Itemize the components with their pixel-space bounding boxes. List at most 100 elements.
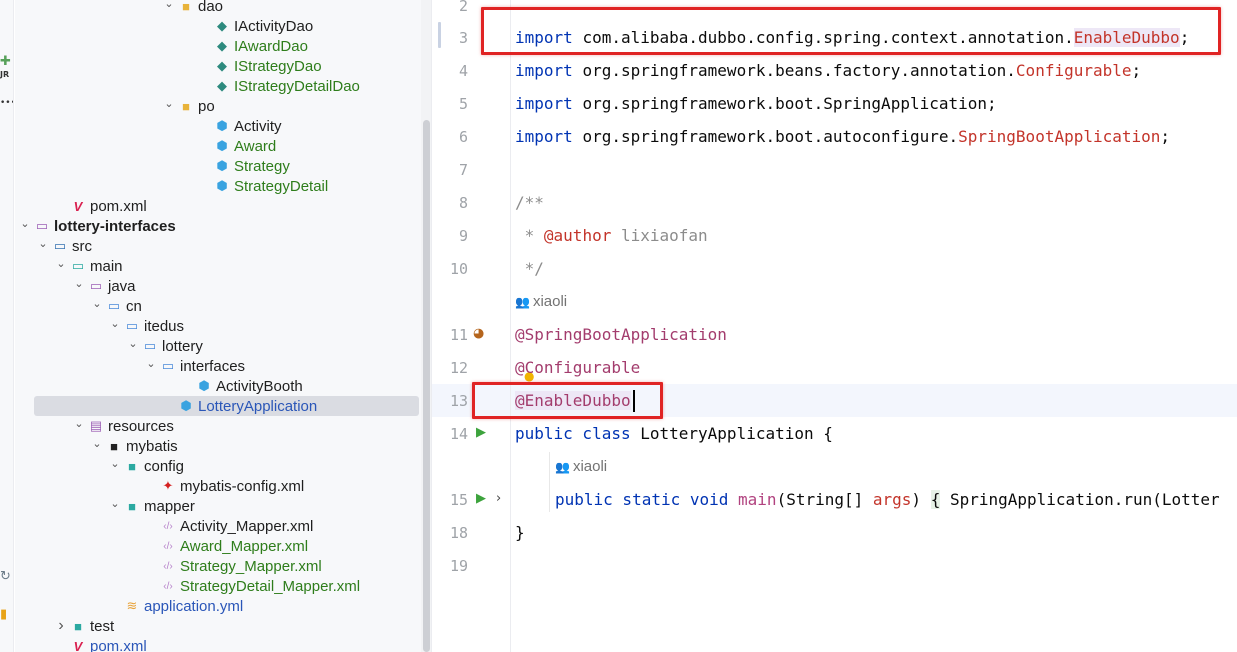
tree-item[interactable]: ⌄ ■ mybatis bbox=[15, 436, 421, 456]
class-name: LotteryApplication bbox=[640, 424, 814, 443]
tree-item[interactable]: ⌄ ■ config bbox=[15, 456, 421, 476]
code-line-import-configurable: import org.springframework.beans.factory… bbox=[515, 61, 1141, 81]
plugin-icon[interactable]: ✚ bbox=[0, 55, 13, 69]
folder-icon: ■ bbox=[182, 98, 190, 114]
tree-item-label: StrategyDetail bbox=[234, 177, 329, 195]
tree-item-label: lottery-interfaces bbox=[54, 217, 176, 235]
chevron-down-icon[interactable]: ⌄ bbox=[161, 0, 177, 10]
chevron-down-icon[interactable]: ⌄ bbox=[35, 237, 51, 250]
tree-item[interactable]: ⌄ ■ mapper bbox=[15, 496, 421, 516]
tree-item[interactable]: ⬢ Activity bbox=[15, 116, 421, 136]
tree-item[interactable]: Vpom.xml bbox=[15, 196, 421, 216]
tree-item[interactable]: ⬢ Strategy bbox=[15, 156, 421, 176]
project-tree: ⌄ ■ dao ◆ IActivityDao ◆ IAwardDao ◆ IStrategyDa… bbox=[15, 0, 421, 652]
tree-scrollbar-thumb[interactable] bbox=[423, 120, 430, 652]
line-number: 5 bbox=[458, 95, 468, 113]
keyword: import bbox=[515, 94, 573, 113]
annotation-springbootapplication: @SpringBootApplication bbox=[515, 325, 727, 344]
chevron-down-icon[interactable]: ⌄ bbox=[71, 277, 87, 290]
chevron-down-icon[interactable]: ⌄ bbox=[71, 417, 87, 430]
code-editor[interactable]: 2 3 4 5 6 7 8 9 10 11 12 13 14 15 18 19 … bbox=[432, 0, 1237, 652]
sync-icon[interactable]: ↻ bbox=[0, 570, 13, 584]
line-number: 19 bbox=[449, 557, 468, 575]
tree-item[interactable]: ⌄ ▭ cn bbox=[15, 296, 421, 316]
import-package: com.alibaba.dubbo.config.spring.context.… bbox=[582, 28, 1074, 47]
tree-item[interactable]: ⌄ ▭ lottery-interfaces bbox=[15, 216, 421, 236]
tree-item[interactable]: ⌄ ■ dao bbox=[15, 0, 421, 16]
spring-bean-icon[interactable]: ◕ bbox=[473, 324, 484, 344]
tree-item[interactable]: ‹/› Award_Mapper.xml bbox=[15, 536, 421, 556]
maven-icon: V bbox=[73, 638, 83, 652]
tree-item-label: pom.xml bbox=[90, 197, 147, 215]
tree-item[interactable]: ◆ IStrategyDao bbox=[15, 56, 421, 76]
method-body: SpringApplication.run(Lotter bbox=[940, 490, 1220, 509]
javadoc-close: */ bbox=[515, 259, 544, 278]
chevron-down-icon[interactable]: ⌄ bbox=[143, 357, 159, 370]
keyword: public static void bbox=[555, 490, 739, 509]
tree-item[interactable]: ⌄ ▭ main bbox=[15, 256, 421, 276]
code-line-import-springbootapplication: import org.springframework.boot.autoconf… bbox=[515, 127, 1170, 147]
tree-item[interactable]: ⌄ ▭ lottery bbox=[15, 336, 421, 356]
tree-item-label: Strategy_Mapper.xml bbox=[180, 557, 322, 575]
fold-chevron-icon[interactable]: › bbox=[496, 489, 501, 509]
tree-item[interactable]: ≋ application.yml bbox=[15, 596, 421, 616]
tree-item[interactable]: Vpom.xml bbox=[15, 636, 421, 652]
chevron-down-icon[interactable]: ⌄ bbox=[107, 457, 123, 470]
tree-item[interactable]: ⬢ Award bbox=[15, 136, 421, 156]
method-params-end: ) bbox=[911, 490, 931, 509]
tree-item-label: IAwardDao bbox=[234, 37, 308, 55]
chevron-down-icon[interactable]: ⌄ bbox=[107, 317, 123, 330]
chevron-down-icon[interactable]: ⌄ bbox=[17, 217, 33, 230]
line-number: 15 bbox=[449, 491, 468, 509]
tree-item-label: ActivityBooth bbox=[216, 377, 303, 395]
run-class-icon[interactable]: ▶ bbox=[476, 423, 486, 443]
java-class-icon: ⬢ bbox=[216, 178, 228, 193]
java-class-icon: ⬢ bbox=[198, 378, 210, 393]
author-inlay[interactable]: 👥 xiaoli bbox=[515, 292, 567, 312]
tree-item[interactable]: ⬢ StrategyDetail bbox=[15, 176, 421, 196]
class-close-brace: } bbox=[515, 523, 525, 542]
more-icon[interactable]: ••• bbox=[0, 96, 13, 110]
tree-item-label: IStrategyDetailDao bbox=[234, 77, 360, 95]
tree-scrollbar[interactable] bbox=[421, 0, 432, 652]
resources-folder-icon: ▤ bbox=[89, 418, 103, 433]
tree-item[interactable]: ⌄ ■ po bbox=[15, 96, 421, 116]
tree-item[interactable]: ⌄ ▭ interfaces bbox=[15, 356, 421, 376]
keyword: import bbox=[515, 28, 573, 47]
tree-item[interactable]: ◆ IActivityDao bbox=[15, 16, 421, 36]
tree-item[interactable]: ✦ mybatis-config.xml bbox=[15, 476, 421, 496]
tree-item-label: Award_Mapper.xml bbox=[180, 537, 309, 555]
tree-item[interactable]: ⬢ LotteryApplication bbox=[34, 396, 419, 416]
chevron-down-icon[interactable]: ⌄ bbox=[89, 437, 105, 450]
java-class-icon: ⬢ bbox=[216, 138, 228, 153]
tree-item[interactable]: ◆ IStrategyDetailDao bbox=[15, 76, 421, 96]
import-class: Configurable bbox=[1015, 61, 1132, 80]
tree-item[interactable]: › ■ test bbox=[15, 616, 421, 636]
line-number: 4 bbox=[458, 62, 468, 80]
notes-icon[interactable]: ▮ bbox=[0, 608, 13, 622]
run-main-icon[interactable]: ▶ bbox=[476, 489, 486, 509]
tree-item[interactable]: ◆ IAwardDao bbox=[15, 36, 421, 56]
folder-icon: ■ bbox=[110, 438, 118, 454]
chevron-down-icon[interactable]: ⌄ bbox=[53, 257, 69, 270]
chevron-down-icon[interactable]: ⌄ bbox=[107, 497, 123, 510]
tree-item[interactable]: ⌄ ▭ src bbox=[15, 236, 421, 256]
folder-icon: ■ bbox=[128, 458, 136, 474]
tree-item[interactable]: ‹/› Activity_Mapper.xml bbox=[15, 516, 421, 536]
author-inlay-method[interactable]: 👥 xiaoli bbox=[555, 457, 607, 477]
tree-item[interactable]: ‹/› StrategyDetail_Mapper.xml bbox=[15, 576, 421, 596]
tree-item[interactable]: ⌄ ▤ resources bbox=[15, 416, 421, 436]
tree-item[interactable]: ⌄ ▭ itedus bbox=[15, 316, 421, 336]
chevron-down-icon[interactable]: ⌄ bbox=[161, 97, 177, 110]
code-line-import-springapplication: import org.springframework.boot.SpringAp… bbox=[515, 94, 997, 114]
line-number: 11 bbox=[449, 326, 468, 344]
indent-guide bbox=[549, 452, 550, 512]
tree-item[interactable]: ⌄ ▭ java bbox=[15, 276, 421, 296]
tree-item[interactable]: ⬢ ActivityBooth bbox=[15, 376, 421, 396]
chevron-down-icon[interactable]: ⌄ bbox=[125, 337, 141, 350]
tree-item[interactable]: ‹/› Strategy_Mapper.xml bbox=[15, 556, 421, 576]
chevron-right-icon[interactable]: › bbox=[53, 617, 69, 635]
line-number: 12 bbox=[449, 359, 468, 377]
tree-item-label: LotteryApplication bbox=[198, 397, 318, 415]
chevron-down-icon[interactable]: ⌄ bbox=[89, 297, 105, 310]
